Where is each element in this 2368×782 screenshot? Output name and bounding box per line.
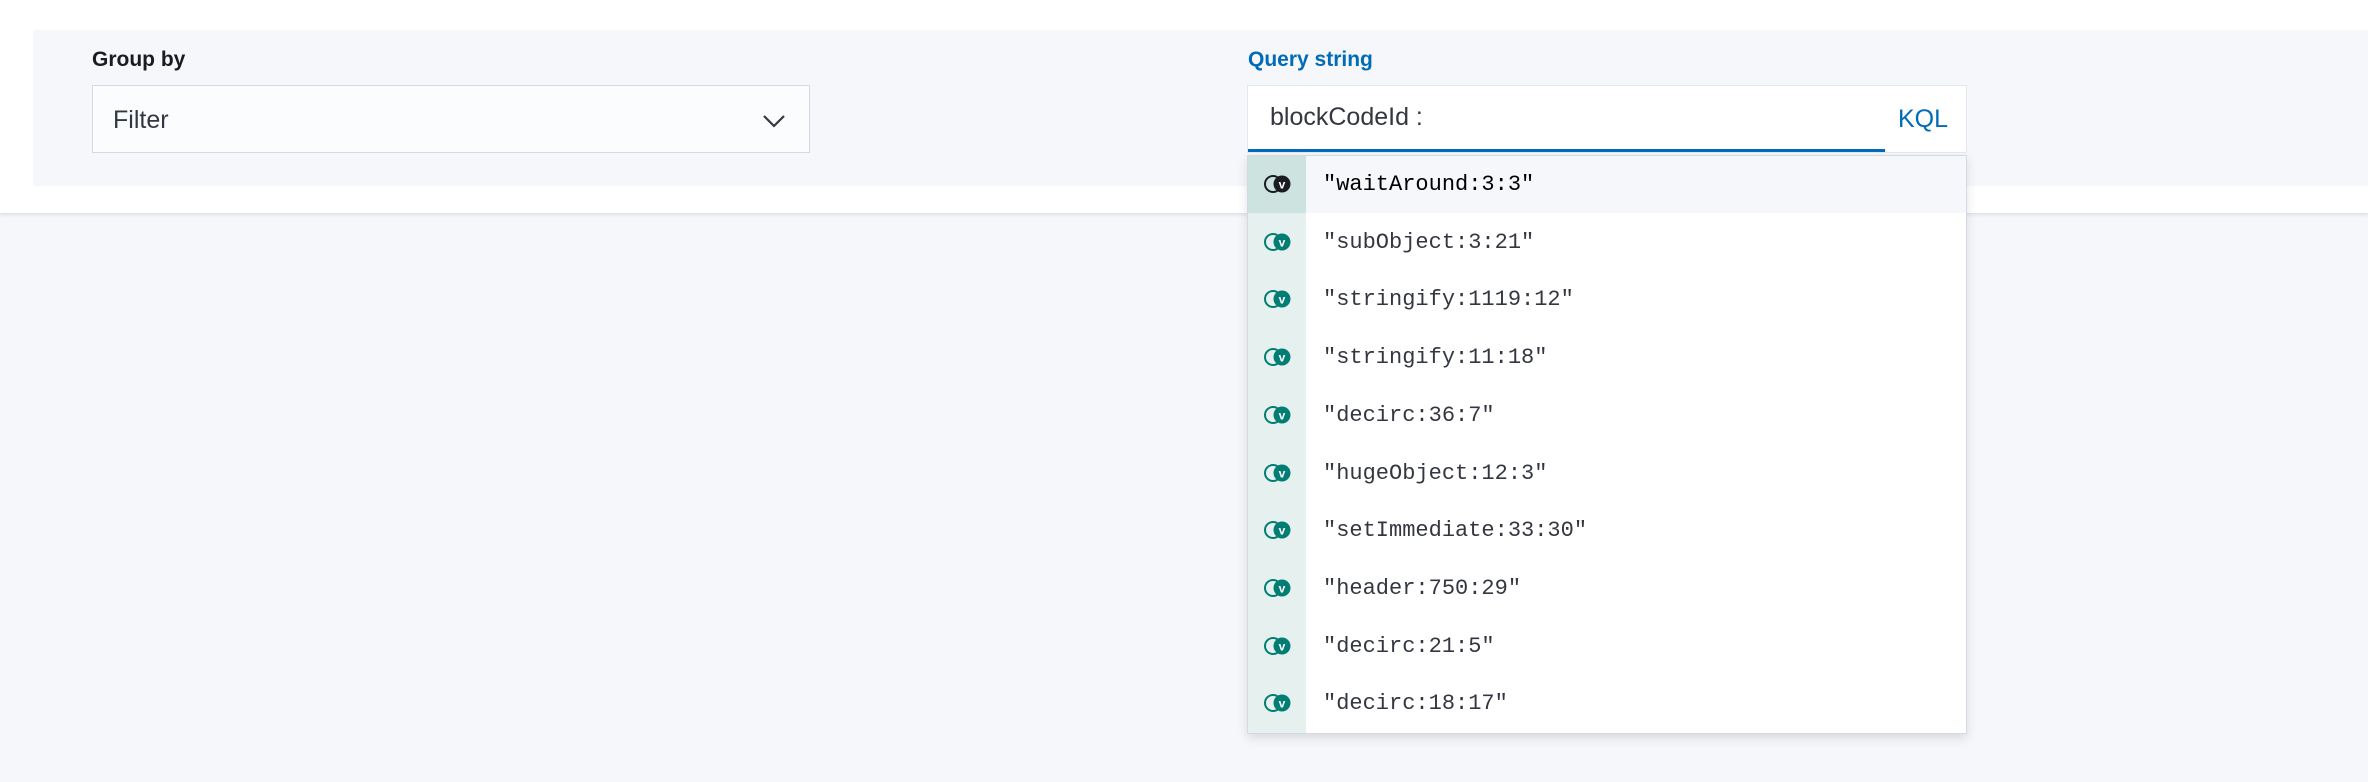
value-icon-glyph: v <box>1279 293 1286 307</box>
value-icon-glyph: v <box>1279 351 1286 365</box>
value-icon-glyph: v <box>1279 581 1286 595</box>
suggestion-icon-cell: v <box>1248 502 1306 559</box>
suggestion-icon-cell: v <box>1248 445 1306 502</box>
group-by-selected-value: Filter <box>113 106 169 134</box>
suggestion-text: "subObject:3:21" <box>1323 229 1535 255</box>
suggestion-icon-cell: v <box>1248 675 1306 732</box>
suggestion-text: "setImmediate:33:30" <box>1323 518 1588 544</box>
suggestion-item[interactable]: v "stringify:1119:12" <box>1248 271 1966 328</box>
suggestion-icon-cell: v <box>1248 156 1306 213</box>
suggestion-icon-cell: v <box>1248 214 1306 271</box>
suggestion-icon-cell: v <box>1248 387 1306 444</box>
suggestion-text: "decirc:21:5" <box>1323 633 1495 659</box>
controls-panel: Group by Filter Query string KQL <box>0 0 2368 213</box>
value-icon-glyph: v <box>1279 235 1286 249</box>
suggestion-item[interactable]: v "header:750:29" <box>1248 560 1966 617</box>
value-icon: v <box>1264 694 1291 713</box>
suggestion-icon-cell: v <box>1248 618 1306 675</box>
suggestion-item[interactable]: v "decirc:36:7" <box>1248 387 1966 444</box>
value-icon: v <box>1264 578 1291 597</box>
suggestion-text: "header:750:29" <box>1323 575 1522 601</box>
suggestion-icon-cell: v <box>1248 271 1306 328</box>
suggestion-item[interactable]: v "subObject:3:21" <box>1248 214 1966 271</box>
group-by-label: Group by <box>92 48 186 71</box>
value-icon-glyph: v <box>1279 408 1286 422</box>
value-icon-glyph: v <box>1279 178 1286 192</box>
group-by-select[interactable]: Filter <box>92 85 810 153</box>
suggestion-text: "waitAround:3:3" <box>1323 172 1535 197</box>
suggestion-text: "stringify:11:18" <box>1323 345 1548 371</box>
suggestion-item[interactable]: v "decirc:18:17" <box>1248 675 1966 732</box>
suggestion-item[interactable]: v "stringify:11:18" <box>1248 329 1966 386</box>
query-string-field[interactable]: KQL <box>1247 85 1967 153</box>
suggestions-dropdown: v "waitAround:3:3" v "subObject:3:21" v "stri… <box>1247 155 1967 734</box>
suggestion-icon-cell: v <box>1248 560 1306 617</box>
query-input[interactable] <box>1248 86 1885 152</box>
value-icon-glyph: v <box>1279 639 1286 653</box>
value-icon: v <box>1264 175 1291 193</box>
value-icon: v <box>1264 348 1291 367</box>
suggestion-item[interactable]: v "waitAround:3:3" <box>1248 156 1966 213</box>
value-icon-glyph: v <box>1279 524 1286 538</box>
suggestion-item[interactable]: v "setImmediate:33:30" <box>1248 502 1966 559</box>
value-icon: v <box>1264 232 1291 251</box>
value-icon: v <box>1264 521 1291 540</box>
suggestion-icon-cell: v <box>1248 329 1306 386</box>
kql-language-toggle[interactable]: KQL <box>1898 105 1948 134</box>
value-icon-glyph: v <box>1279 697 1286 711</box>
suggestion-text: "decirc:36:7" <box>1323 402 1495 428</box>
suggestion-item[interactable]: v "decirc:21:5" <box>1248 618 1966 675</box>
value-icon: v <box>1264 636 1291 655</box>
query-string-label: Query string <box>1248 48 1373 71</box>
suggestion-item[interactable]: v "hugeObject:12:3" <box>1248 445 1966 502</box>
value-icon-glyph: v <box>1279 466 1286 480</box>
suggestion-text: "hugeObject:12:3" <box>1323 460 1548 486</box>
value-icon: v <box>1264 290 1291 309</box>
chevron-down-icon <box>763 115 785 128</box>
suggestion-text: "decirc:18:17" <box>1323 691 1508 717</box>
value-icon: v <box>1264 463 1291 482</box>
value-icon: v <box>1264 405 1291 424</box>
suggestion-text: "stringify:1119:12" <box>1323 287 1574 313</box>
